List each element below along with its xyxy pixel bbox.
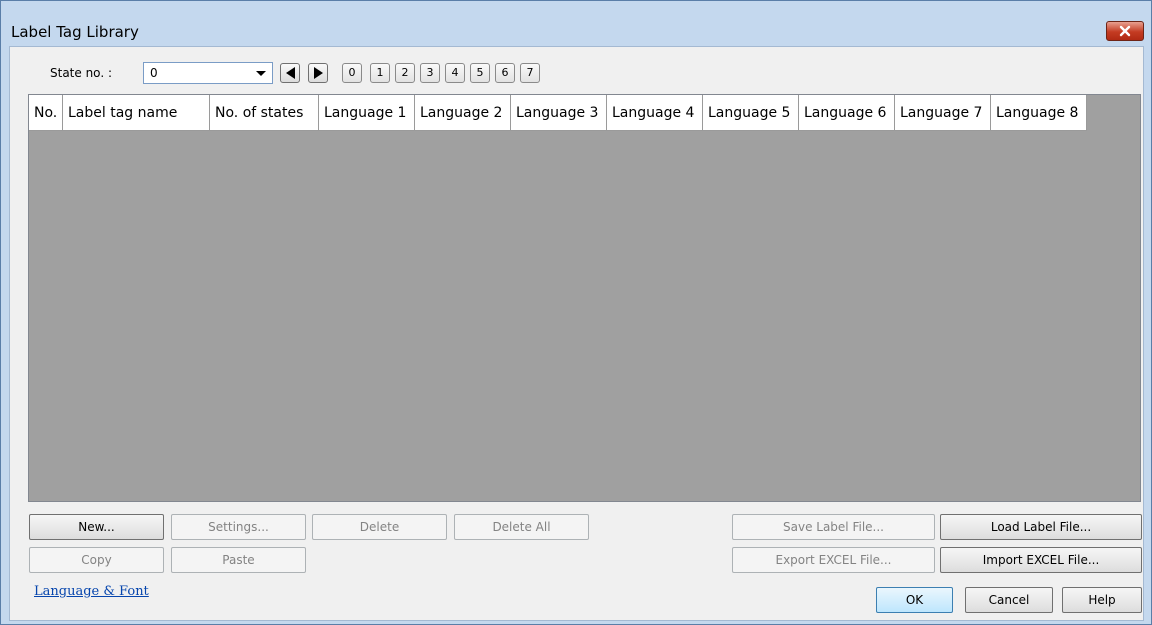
state-button-5[interactable]: 5 <box>470 63 490 83</box>
state-button-3[interactable]: 3 <box>420 63 440 83</box>
close-button[interactable] <box>1106 21 1144 41</box>
column-header-language-2[interactable]: Language 2 <box>415 95 511 131</box>
table-header: No. Label tag name No. of states Languag… <box>29 95 1087 131</box>
column-header-language-6[interactable]: Language 6 <box>799 95 895 131</box>
column-header-language-8[interactable]: Language 8 <box>991 95 1087 131</box>
dialog-client-area: State no. : 0 0 1 2 3 4 5 6 7 No. Label … <box>9 46 1144 621</box>
save-label-file-button[interactable]: Save Label File... <box>732 514 935 540</box>
triangle-left-icon <box>285 67 295 79</box>
state-button-0[interactable]: 0 <box>342 63 362 83</box>
column-header-language-7[interactable]: Language 7 <box>895 95 991 131</box>
import-excel-file-button[interactable]: Import EXCEL File... <box>940 547 1142 573</box>
column-header-no-of-states[interactable]: No. of states <box>210 95 319 131</box>
close-icon <box>1119 25 1131 37</box>
new-button[interactable]: New... <box>29 514 164 540</box>
copy-button[interactable]: Copy <box>29 547 164 573</box>
column-header-language-5[interactable]: Language 5 <box>703 95 799 131</box>
column-header-language-1[interactable]: Language 1 <box>319 95 415 131</box>
state-button-4[interactable]: 4 <box>445 63 465 83</box>
export-excel-file-button[interactable]: Export EXCEL File... <box>732 547 935 573</box>
paste-button[interactable]: Paste <box>171 547 306 573</box>
ok-button[interactable]: OK <box>876 587 953 613</box>
prev-state-button[interactable] <box>280 63 300 83</box>
delete-all-button[interactable]: Delete All <box>454 514 589 540</box>
delete-button[interactable]: Delete <box>312 514 447 540</box>
help-button[interactable]: Help <box>1062 587 1142 613</box>
language-font-link[interactable]: Language & Font <box>34 584 149 599</box>
title-bar: Label Tag Library <box>1 1 1151 45</box>
next-state-button[interactable] <box>308 63 328 83</box>
load-label-file-button[interactable]: Load Label File... <box>940 514 1142 540</box>
label-tag-library-window: Label Tag Library State no. : 0 0 1 2 3 … <box>0 0 1152 625</box>
state-button-2[interactable]: 2 <box>395 63 415 83</box>
state-button-1[interactable]: 1 <box>370 63 390 83</box>
state-button-7[interactable]: 7 <box>520 63 540 83</box>
chevron-down-icon <box>256 71 266 76</box>
column-header-language-3[interactable]: Language 3 <box>511 95 607 131</box>
column-header-no[interactable]: No. <box>29 95 63 131</box>
label-tag-table[interactable]: No. Label tag name No. of states Languag… <box>28 94 1141 502</box>
settings-button[interactable]: Settings... <box>171 514 306 540</box>
triangle-right-icon <box>313 67 323 79</box>
state-button-6[interactable]: 6 <box>495 63 515 83</box>
window-title: Label Tag Library <box>11 23 139 41</box>
cancel-button[interactable]: Cancel <box>965 587 1053 613</box>
state-no-combobox[interactable]: 0 <box>143 62 273 84</box>
state-no-label: State no. : <box>50 66 112 80</box>
state-no-value: 0 <box>150 66 158 80</box>
column-header-label-tag-name[interactable]: Label tag name <box>63 95 210 131</box>
column-header-language-4[interactable]: Language 4 <box>607 95 703 131</box>
